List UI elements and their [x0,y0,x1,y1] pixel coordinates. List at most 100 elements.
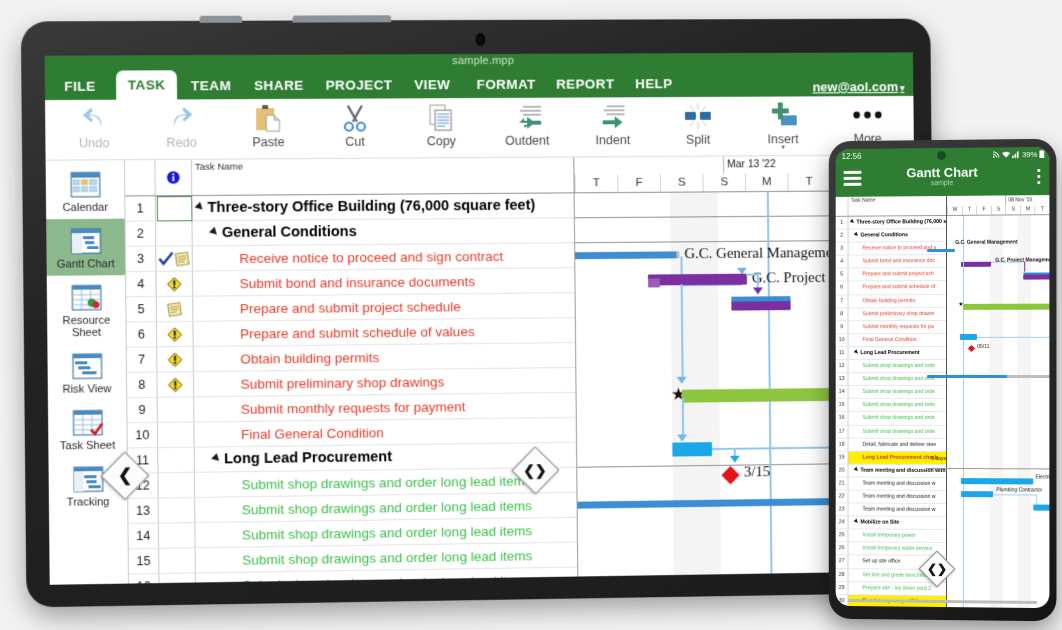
menu-item-task[interactable]: TASK [116,70,177,100]
phone-table-row[interactable]: 23 Team meeting and discussion w [835,503,947,518]
phone-gantt-bar[interactable] [961,478,1034,485]
task-name-cell[interactable]: Three-story Office Building (76,000 squa… [192,193,574,220]
ribbon-button-insert[interactable]: Insert ▾ [740,98,826,151]
row-indicators[interactable] [156,246,193,271]
phone-task-name-cell[interactable]: Submit shop drawings and orde [849,412,947,424]
phone-gantt-bar[interactable] [960,333,978,340]
row-indicators[interactable] [157,372,195,397]
row-indicators[interactable] [155,221,193,246]
phone-table-row[interactable]: 19 Long Lead Procurement check [835,451,947,465]
menu-item-share[interactable]: SHARE [243,72,315,99]
phone-task-name-cell[interactable]: Submit shop drawings and orde [849,386,947,398]
row-indicators[interactable] [159,548,196,574]
task-name-cell[interactable]: Submit monthly requests for payment [194,393,576,422]
phone-table-row[interactable]: 9 Submit monthly requests for pa [835,320,947,335]
phone-table-row[interactable]: 5 Prepare and submit project sch [835,268,947,282]
row-indicators[interactable] [157,347,194,372]
phone-table-row[interactable]: 24 Mobilize on Site [835,516,947,531]
phone-gantt-bar[interactable] [1033,504,1050,511]
phone-task-name-cell[interactable]: Team meeting and discussion w [849,504,947,517]
phone-table-row[interactable]: 29 Prepare site - lay down yard 3 [835,581,947,596]
row-indicators[interactable] [159,573,197,584]
tablet-power-button[interactable] [292,15,392,23]
phone-table-row[interactable]: 17 Submit shop drawings and orde [835,425,947,439]
phone-task-name-cell[interactable]: Final General Condition [849,334,947,346]
ribbon-button-undo[interactable]: Undo [50,102,138,151]
table-row[interactable]: 2 General Conditions [125,218,575,247]
phone-task-name-cell[interactable]: Team meeting and discussion w [849,477,947,490]
phone-table-row[interactable]: 16 Submit shop drawings and orde [835,412,947,426]
table-row[interactable]: 3 Receive notice to proceed and sign cont… [125,243,575,273]
phone-task-name-cell[interactable]: Submit shop drawings and orde [849,425,947,437]
gantt-bar[interactable] [574,251,680,260]
row-indicators[interactable] [156,321,194,347]
overflow-menu-icon[interactable] [1037,169,1041,187]
ribbon-button-copy[interactable]: Copy [398,100,485,149]
phone-table-row[interactable]: 8 Submit preliminary shop drawin [835,307,947,322]
tablet-volume-button[interactable] [199,15,243,23]
phone-gantt-bar[interactable] [927,248,956,253]
gantt-bar[interactable] [672,442,713,457]
phone-task-name-cell[interactable]: Obtain building permits [849,295,947,307]
phone-task-name-cell[interactable]: Team meeting and discussion with [849,464,947,476]
phone-task-name-cell[interactable]: Submit monthly requests for pa [849,321,947,333]
ribbon-button-split[interactable]: Split [655,99,741,147]
menu-item-view[interactable]: VIEW [403,71,461,98]
gantt-bar[interactable] [647,273,747,286]
ribbon-button-redo[interactable]: Redo [138,101,226,150]
phone-task-name-cell[interactable]: Submit bond and insurance doc [849,255,947,268]
row-indicators[interactable] [158,447,195,473]
row-indicators[interactable] [157,422,195,448]
collapse-triangle-icon[interactable] [194,201,206,213]
milestone-marker[interactable] [721,466,740,485]
task-name-cell[interactable]: Prepare and submit project schedule [193,293,575,321]
collapse-triangle-icon[interactable] [853,518,860,525]
collapse-triangle-icon[interactable] [211,453,222,464]
phone-table-row[interactable]: 20 Team meeting and discussion with [835,464,947,478]
phone-table-row[interactable]: 22 Team meeting and discussion w [835,490,947,505]
sidebar-item-gantt-chart[interactable]: Gantt Chart [46,218,126,276]
phone-gantt-bar[interactable] [961,261,992,267]
collapse-triangle-icon[interactable] [849,218,856,225]
collapse-triangle-icon[interactable] [853,231,860,238]
sidebar-item-task-sheet[interactable]: Task Sheet [48,400,127,457]
task-name-cell[interactable]: Submit bond and insurance documents [193,268,575,295]
phone-table-row[interactable]: 7 Obtain building permits [835,294,947,309]
phone-table-row[interactable]: 1 Three-story Office Building (76,000 s [835,215,947,230]
collapse-triangle-icon[interactable] [853,466,860,473]
phone-table-row[interactable]: 6 Prepare and submit schedule of [835,281,947,295]
menu-item-team[interactable]: TEAM [180,72,243,99]
task-name-cell[interactable]: Obtain building permits [194,343,576,371]
phone-task-name-cell[interactable]: Submit shop drawings and orde [849,360,947,372]
phone-task-name-cell[interactable]: Three-story Office Building (76,000 s [849,216,946,229]
phone-table-row[interactable]: 10 Final General Condition [835,333,947,348]
phone-gantt-bar[interactable] [961,491,994,498]
task-name-cell[interactable]: Final General Condition [194,418,576,447]
phone-task-name-cell[interactable]: Submit shop drawings and orde [849,399,947,411]
insert-dropdown-caret-icon[interactable]: ▾ [741,144,826,151]
collapse-triangle-icon[interactable] [853,349,860,355]
phone-gantt-bar[interactable] [1023,274,1050,280]
row-indicators[interactable] [156,296,194,322]
selected-cell[interactable] [156,196,193,222]
row-indicators[interactable] [158,523,196,548]
task-name-cell[interactable]: General Conditions [192,218,574,245]
phone-table-row[interactable]: 15 Submit shop drawings and orde [835,399,947,413]
sidebar-item-risk-view[interactable]: Risk View [47,344,126,401]
collapse-triangle-icon[interactable] [208,226,220,238]
phone-task-name-cell[interactable]: Prepare and submit project sch [849,268,947,281]
account-menu[interactable]: new@aol.com ▾ [812,79,904,94]
phone-task-name-cell[interactable]: General Conditions [849,229,947,242]
phone-task-name-cell[interactable]: Install temporary water service [849,543,947,556]
ribbon-button-paste[interactable]: Paste [225,101,312,150]
phone-table-row[interactable]: 18 Detail, fabricate and deliver stee [835,438,947,452]
phone-table-row[interactable]: 25 Install temporary power [835,529,947,544]
ribbon-button-more[interactable]: More [825,98,910,146]
phone-task-name-cell[interactable]: Prepare and submit schedule of [849,281,947,293]
phone-table-row[interactable]: 26 Install temporary water service [835,542,947,557]
row-indicators[interactable] [158,497,196,523]
task-name-cell[interactable]: Prepare and submit schedule of values [193,318,575,346]
phone-table-row[interactable]: 11 Long Lead Procurement [835,346,947,361]
row-indicators[interactable] [156,271,194,297]
task-name-cell[interactable]: Submit preliminary shop drawings [194,368,576,396]
